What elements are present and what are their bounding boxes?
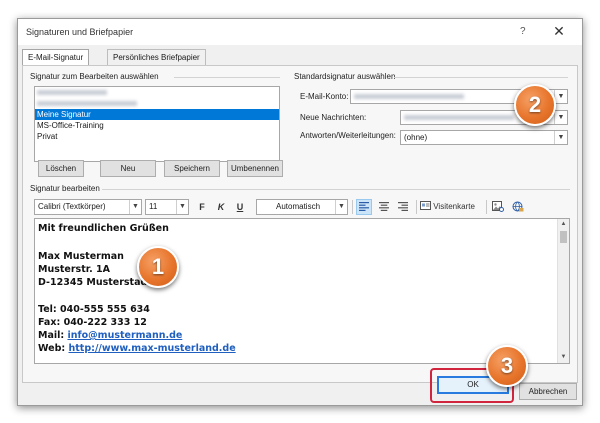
chevron-down-icon[interactable]: ▼ xyxy=(554,131,567,144)
font-color-select[interactable]: Automatisch ▼ xyxy=(256,199,348,215)
new-messages-label: Neue Nachrichten: xyxy=(300,113,367,122)
close-button[interactable]: ✕ xyxy=(543,21,575,41)
business-card-button[interactable]: Visitenkarte xyxy=(420,199,484,215)
align-center-icon xyxy=(379,202,389,211)
callout-badge-2: 2 xyxy=(514,84,556,126)
signature-list[interactable]: Meine Signatur MS-Office-Training Privat xyxy=(34,86,280,162)
chevron-down-icon[interactable]: ▼ xyxy=(335,200,347,214)
font-select[interactable]: Calibri (Textkörper) ▼ xyxy=(34,199,142,215)
business-card-label: Visitenkarte xyxy=(433,202,475,211)
group-divider xyxy=(394,77,568,78)
tab-personal-stationery[interactable]: Persönliches Briefpapier xyxy=(107,49,206,65)
scroll-down-arrow-icon[interactable]: ▼ xyxy=(558,352,569,363)
align-right-button[interactable] xyxy=(395,199,411,215)
list-item[interactable]: Meine Signatur xyxy=(35,109,279,120)
signature-web-prefix: Web: xyxy=(38,343,69,354)
list-item[interactable] xyxy=(35,98,279,109)
replies-value: (ohne) xyxy=(404,133,428,142)
chevron-down-icon[interactable]: ▼ xyxy=(554,111,567,124)
list-item[interactable]: MS-Office-Training xyxy=(35,120,279,131)
group-divider xyxy=(174,77,280,78)
signature-street: Musterstr. 1A xyxy=(38,264,110,275)
globe-link-icon xyxy=(512,201,524,212)
bold-button[interactable]: F xyxy=(196,199,208,215)
editor-scrollbar[interactable]: ▲ ▼ xyxy=(557,219,569,363)
toolbar-separator xyxy=(416,200,417,214)
new-messages-value-blurred xyxy=(404,115,514,120)
signature-mail-prefix: Mail: xyxy=(38,330,68,341)
replies-label: Antworten/Weiterleitungen: xyxy=(300,131,396,140)
select-signature-group-label: Signatur zum Bearbeiten auswählen xyxy=(30,72,159,81)
replies-select[interactable]: (ohne) ▼ xyxy=(400,130,568,145)
align-left-icon xyxy=(359,202,369,211)
callout-badge-3: 3 xyxy=(486,345,528,387)
tab-strip: E-Mail-Signatur Persönliches Briefpapier xyxy=(22,49,578,66)
signature-city: D-12345 Musterstadt xyxy=(38,277,152,288)
save-button[interactable]: Speichern xyxy=(164,160,220,177)
group-divider xyxy=(102,189,570,190)
align-left-button[interactable] xyxy=(356,199,372,215)
signature-phone: Tel: 040-555 555 634 xyxy=(38,304,150,315)
scroll-thumb[interactable] xyxy=(560,231,567,243)
list-item[interactable]: Privat xyxy=(35,131,279,142)
email-account-value-blurred xyxy=(354,94,464,99)
title-bar: Signaturen und Briefpapier ? ✕ xyxy=(18,19,582,45)
font-size-select[interactable]: 11 ▼ xyxy=(145,199,189,215)
chevron-down-icon[interactable]: ▼ xyxy=(176,200,188,214)
edit-signature-group-label: Signatur bearbeiten xyxy=(30,184,100,193)
signature-web-link[interactable]: http://www.max-musterland.de xyxy=(69,343,236,354)
insert-picture-icon xyxy=(492,201,504,212)
scroll-up-arrow-icon[interactable]: ▲ xyxy=(558,219,569,230)
tab-email-signature-label: E-Mail-Signatur xyxy=(28,53,84,62)
rename-button[interactable]: Umbenennen xyxy=(227,160,283,177)
font-color-value: Automatisch xyxy=(276,202,321,211)
insert-hyperlink-button[interactable] xyxy=(510,199,526,215)
font-size-value: 11 xyxy=(149,202,158,211)
signature-name: Max Musterman xyxy=(38,251,124,262)
signature-fax: Fax: 040-222 333 12 xyxy=(38,317,147,328)
signature-greeting: Mit freundlichen Grüßen xyxy=(38,223,169,234)
email-account-label: E-Mail-Konto: xyxy=(300,92,349,101)
tab-email-signature[interactable]: E-Mail-Signatur xyxy=(22,49,90,66)
align-right-icon xyxy=(398,202,408,211)
business-card-icon xyxy=(420,201,431,210)
signature-mail-link[interactable]: info@mustermann.de xyxy=(67,330,182,341)
toolbar-separator xyxy=(352,200,353,214)
new-button[interactable]: Neu xyxy=(100,160,156,177)
cancel-button[interactable]: Abbrechen xyxy=(519,383,577,400)
default-signature-group-label: Standardsignatur auswählen xyxy=(294,72,396,81)
callout-badge-1: 1 xyxy=(137,246,179,288)
signature-editor[interactable]: Mit freundlichen Grüßen Max Musterman Mu… xyxy=(34,218,570,364)
delete-button[interactable]: Löschen xyxy=(38,160,84,177)
signature-web-line: Web: http://www.max-musterland.de xyxy=(38,343,236,354)
tab-personal-stationery-label: Persönliches Briefpapier xyxy=(113,53,200,62)
chevron-down-icon[interactable]: ▼ xyxy=(129,200,141,214)
toolbar-separator xyxy=(486,200,487,214)
insert-picture-button[interactable] xyxy=(490,199,506,215)
chevron-down-icon[interactable]: ▼ xyxy=(554,90,567,103)
italic-button[interactable]: K xyxy=(215,199,227,215)
window-title: Signaturen und Briefpapier xyxy=(26,27,134,37)
signature-mail-line: Mail: info@mustermann.de xyxy=(38,330,182,341)
underline-button[interactable]: U xyxy=(234,199,246,215)
align-center-button[interactable] xyxy=(376,199,392,215)
help-button[interactable]: ? xyxy=(520,26,526,37)
list-item[interactable] xyxy=(35,87,279,98)
font-value: Calibri (Textkörper) xyxy=(38,202,106,211)
